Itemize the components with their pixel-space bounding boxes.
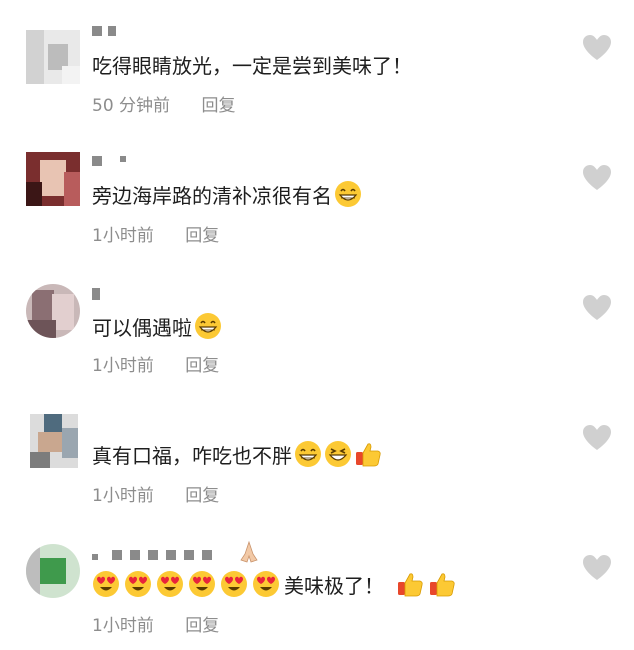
comment-body: 吃得眼睛放光，一定是尝到美味了！ [92, 53, 412, 78]
comment-item: 吃得眼睛放光，一定是尝到美味了！ 50 分钟前 回复 [0, 0, 634, 130]
comment-text: 真有口福，咋吃也不胖 [92, 438, 382, 470]
comment-meta: 50 分钟前 回复 [92, 91, 235, 116]
timestamp: 1小时前 [92, 616, 154, 636]
thumbs-up-emoji [398, 573, 423, 597]
comment-text: 可以偶遇啦 [92, 310, 222, 342]
avatar[interactable] [30, 414, 78, 468]
comment-meta: 1小时前 回复 [92, 351, 219, 376]
reply-button[interactable]: 回复 [185, 616, 219, 636]
avatar[interactable] [26, 152, 80, 206]
comment-body: 真有口福，咋吃也不胖 [92, 443, 292, 468]
avatar[interactable] [26, 284, 80, 338]
comment-trailing-text: 美味极了！ [284, 573, 384, 598]
comment-item: 旁边海岸路的清补凉很有名 1小时前 回复 [0, 130, 634, 260]
heart-eyes-emoji [125, 571, 151, 597]
comment-body: 旁边海岸路的清补凉很有名 [92, 183, 332, 208]
grin-emoji [295, 441, 321, 467]
reply-button[interactable]: 回复 [201, 96, 235, 116]
avatar[interactable] [26, 544, 80, 598]
heart-eyes-emoji [189, 571, 215, 597]
like-heart-icon[interactable] [582, 34, 612, 62]
heart-eyes-emoji [93, 571, 119, 597]
reply-button[interactable]: 回复 [185, 226, 219, 246]
comment-item: 美味极了！ 1小时前 回复 [0, 520, 634, 650]
thumbs-up-emoji [430, 573, 455, 597]
comment-meta: 1小时前 回复 [92, 481, 219, 506]
timestamp: 50 分钟前 [92, 96, 171, 116]
comment-item: 可以偶遇啦 1小时前 回复 [0, 260, 634, 390]
like-heart-icon[interactable] [582, 424, 612, 452]
comment-body: 可以偶遇啦 [92, 315, 192, 340]
comment-text: 吃得眼睛放光，一定是尝到美味了！ [92, 48, 412, 80]
like-heart-icon[interactable] [582, 554, 612, 582]
avatar[interactable] [26, 30, 80, 84]
reply-button[interactable]: 回复 [185, 356, 219, 376]
grin-emoji [335, 181, 361, 207]
reply-button[interactable]: 回复 [185, 486, 219, 506]
like-heart-icon[interactable] [582, 164, 612, 192]
like-heart-icon[interactable] [582, 294, 612, 322]
timestamp: 1小时前 [92, 356, 154, 376]
timestamp: 1小时前 [92, 226, 154, 246]
squint-grin-emoji [325, 441, 351, 467]
thumbs-up-emoji [356, 443, 381, 467]
heart-eyes-emoji [157, 571, 183, 597]
comment-meta: 1小时前 回复 [92, 221, 219, 246]
praying-hands-icon [240, 540, 258, 563]
comment-item: 真有口福，咋吃也不胖 1小时前 回复 [0, 390, 634, 520]
timestamp: 1小时前 [92, 486, 154, 506]
heart-eyes-emoji [253, 571, 279, 597]
heart-eyes-emoji [221, 571, 247, 597]
grin-emoji [195, 313, 221, 339]
comment-text: 旁边海岸路的清补凉很有名 [92, 178, 362, 210]
comment-meta: 1小时前 回复 [92, 611, 219, 636]
comment-text: 美味极了！ [92, 568, 456, 600]
